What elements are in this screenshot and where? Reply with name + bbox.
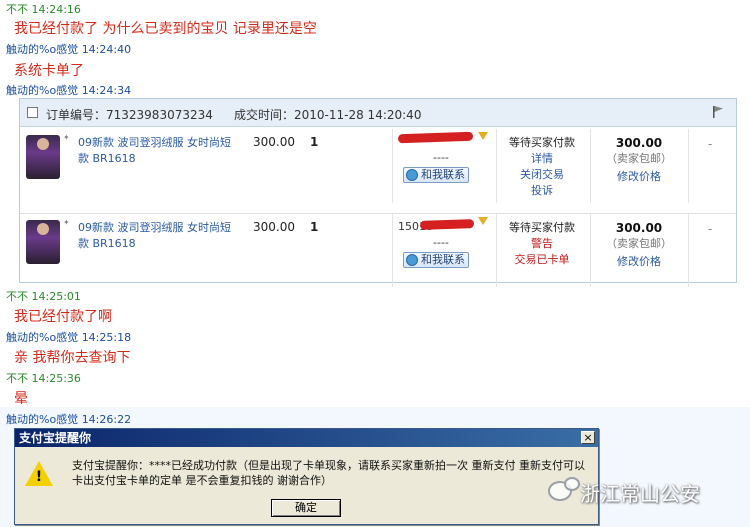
alipay-alert-dialog: 支付宝提醒你 × ! 支付宝提醒你：****已经成功付款（但是出现了卡单现象，请… <box>14 428 599 525</box>
divider <box>392 214 393 287</box>
chat-header-7: 触动的%o感觉 14:26:22 <box>6 411 131 427</box>
product-title[interactable]: 09新款 波司登羽绒服 女时尚短款 BR1618 <box>78 220 238 252</box>
close-trade-link[interactable]: 关闭交易 <box>498 167 586 183</box>
close-button[interactable]: × <box>581 431 595 444</box>
sender: 不不 <box>6 290 28 303</box>
divider <box>392 129 393 203</box>
contact-label: 和我联系 <box>421 253 465 266</box>
thumbnail-badge: ✦ <box>63 218 70 227</box>
unit-price: 300.00 <box>253 220 295 234</box>
chat-header-6: 不不 14:25:36 <box>6 370 81 386</box>
total-amount: 300.00 <box>615 221 663 235</box>
quantity: 1 <box>310 220 319 234</box>
divider <box>496 214 497 287</box>
chat-message-2: 系统卡单了 <box>14 63 84 79</box>
chat-header-5: 触动的%o感觉 14:25:18 <box>6 329 131 345</box>
status-text: 等待买家付款 <box>509 221 575 234</box>
amount-column: 300.00 （卖家包邮） 修改价格 <box>594 220 684 270</box>
order-card: 订单编号：71323983073234 成交时间：2010-11-28 14:2… <box>19 98 737 287</box>
sender: 触动的%o感觉 <box>6 84 79 97</box>
contact-me-button[interactable]: 和我联系 <box>403 167 469 183</box>
warning-text: 警告 <box>531 237 553 250</box>
dashes: ---- <box>433 151 449 164</box>
row-placeholder: - <box>708 137 713 151</box>
total-amount: 300.00 <box>615 136 663 150</box>
thumbnail-badge: ✦ <box>63 133 70 142</box>
filter-icon[interactable] <box>478 217 488 225</box>
complain-link[interactable]: 投诉 <box>498 183 586 199</box>
divider <box>688 129 689 203</box>
redaction-mark <box>419 219 475 230</box>
time: 14:26:22 <box>81 413 132 426</box>
watermark-text: 浙江常山公安 <box>580 482 700 506</box>
filter-icon[interactable] <box>478 132 488 140</box>
row-placeholder: - <box>708 222 713 236</box>
buyer-info <box>397 131 494 147</box>
divider <box>590 214 591 287</box>
status-text: 等待买家付款 <box>509 136 575 149</box>
chat-header-1: 不不 14:24:16 <box>6 1 81 17</box>
chat-message-4: 我已经付款了啊 <box>14 309 112 325</box>
time: 14:25:01 <box>31 290 81 303</box>
amount-column: 300.00 （卖家包邮） 修改价格 <box>594 135 684 185</box>
divider <box>688 214 689 287</box>
dialog-title: 支付宝提醒你 <box>19 431 92 445</box>
status-column: 等待买家付款 警告 交易已卡单 <box>498 220 586 268</box>
sender: 不不 <box>6 3 28 16</box>
time: 14:25:18 <box>81 331 132 344</box>
product-thumbnail[interactable] <box>26 220 60 264</box>
time: 14:25:36 <box>31 372 81 385</box>
ok-button[interactable]: 确定 <box>271 499 341 517</box>
chat-header-3: 触动的%o感觉 14:24:34 <box>6 82 131 98</box>
order-row: ✦ 09新款 波司登羽绒服 女时尚短款 BR1618 300.00 1 ----… <box>20 129 736 203</box>
time: 14:24:34 <box>81 84 132 97</box>
shipping-note: （卖家包邮） <box>606 237 672 250</box>
sender: 触动的%o感觉 <box>6 43 79 56</box>
order-number: 订单编号：71323983073234 <box>46 108 213 122</box>
order-checkbox[interactable] <box>27 107 38 118</box>
product-title[interactable]: 09新款 波司登羽绒服 女时尚短款 BR1618 <box>78 135 238 167</box>
chat-header-2: 触动的%o感觉 14:24:40 <box>6 41 131 57</box>
chat-icon <box>406 169 418 181</box>
flag-icon[interactable] <box>712 105 724 119</box>
order-date: 成交时间：2010-11-28 14:20:40 <box>234 108 422 122</box>
contact-me-button[interactable]: 和我联系 <box>403 252 469 268</box>
chat-message-5: 亲 我帮你去查询下 <box>14 350 131 366</box>
modify-price-link[interactable]: 修改价格 <box>594 254 684 270</box>
sender: 触动的%o感觉 <box>6 331 79 344</box>
dialog-message: 支付宝提醒你：****已经成功付款（但是出现了卡单现象，请联系买家重新拍一次 重… <box>72 459 585 487</box>
chat-header-4: 不不 14:25:01 <box>6 288 81 304</box>
unit-price: 300.00 <box>253 135 295 149</box>
wechat-icon <box>548 477 580 501</box>
sender: 不不 <box>6 372 28 385</box>
redaction-mark <box>397 131 474 144</box>
stuck-order-text: 交易已卡单 <box>514 253 570 266</box>
buyer-info: 15018 <box>398 217 494 233</box>
quantity: 1 <box>310 135 319 149</box>
product-thumbnail[interactable] <box>26 135 60 179</box>
details-link[interactable]: 详情 <box>498 151 586 167</box>
chat-icon <box>406 254 418 266</box>
chat-message-6: 晕 <box>14 391 28 407</box>
watermark: 浙江常山公安 <box>548 477 748 506</box>
order-row: ✦ 09新款 波司登羽绒服 女时尚短款 BR1618 300.00 1 1501… <box>20 213 736 287</box>
dialog-title-bar: 支付宝提醒你 × <box>15 429 598 447</box>
contact-label: 和我联系 <box>421 168 465 181</box>
order-header: 订单编号：71323983073234 成交时间：2010-11-28 14:2… <box>20 99 736 127</box>
sender: 触动的%o感觉 <box>6 413 79 426</box>
warning-icon-mark: ! <box>35 469 43 485</box>
time: 14:24:40 <box>81 43 132 56</box>
chat-message-1: 我已经付款了 为什么已卖到的宝贝 记录里还是空 <box>14 21 317 37</box>
divider <box>496 129 497 203</box>
status-column: 等待买家付款 详情 关闭交易 投诉 <box>498 135 586 199</box>
dashes: ---- <box>433 236 449 249</box>
time: 14:24:16 <box>31 3 81 16</box>
divider <box>590 129 591 203</box>
modify-price-link[interactable]: 修改价格 <box>594 169 684 185</box>
shipping-note: （卖家包邮） <box>606 152 672 165</box>
